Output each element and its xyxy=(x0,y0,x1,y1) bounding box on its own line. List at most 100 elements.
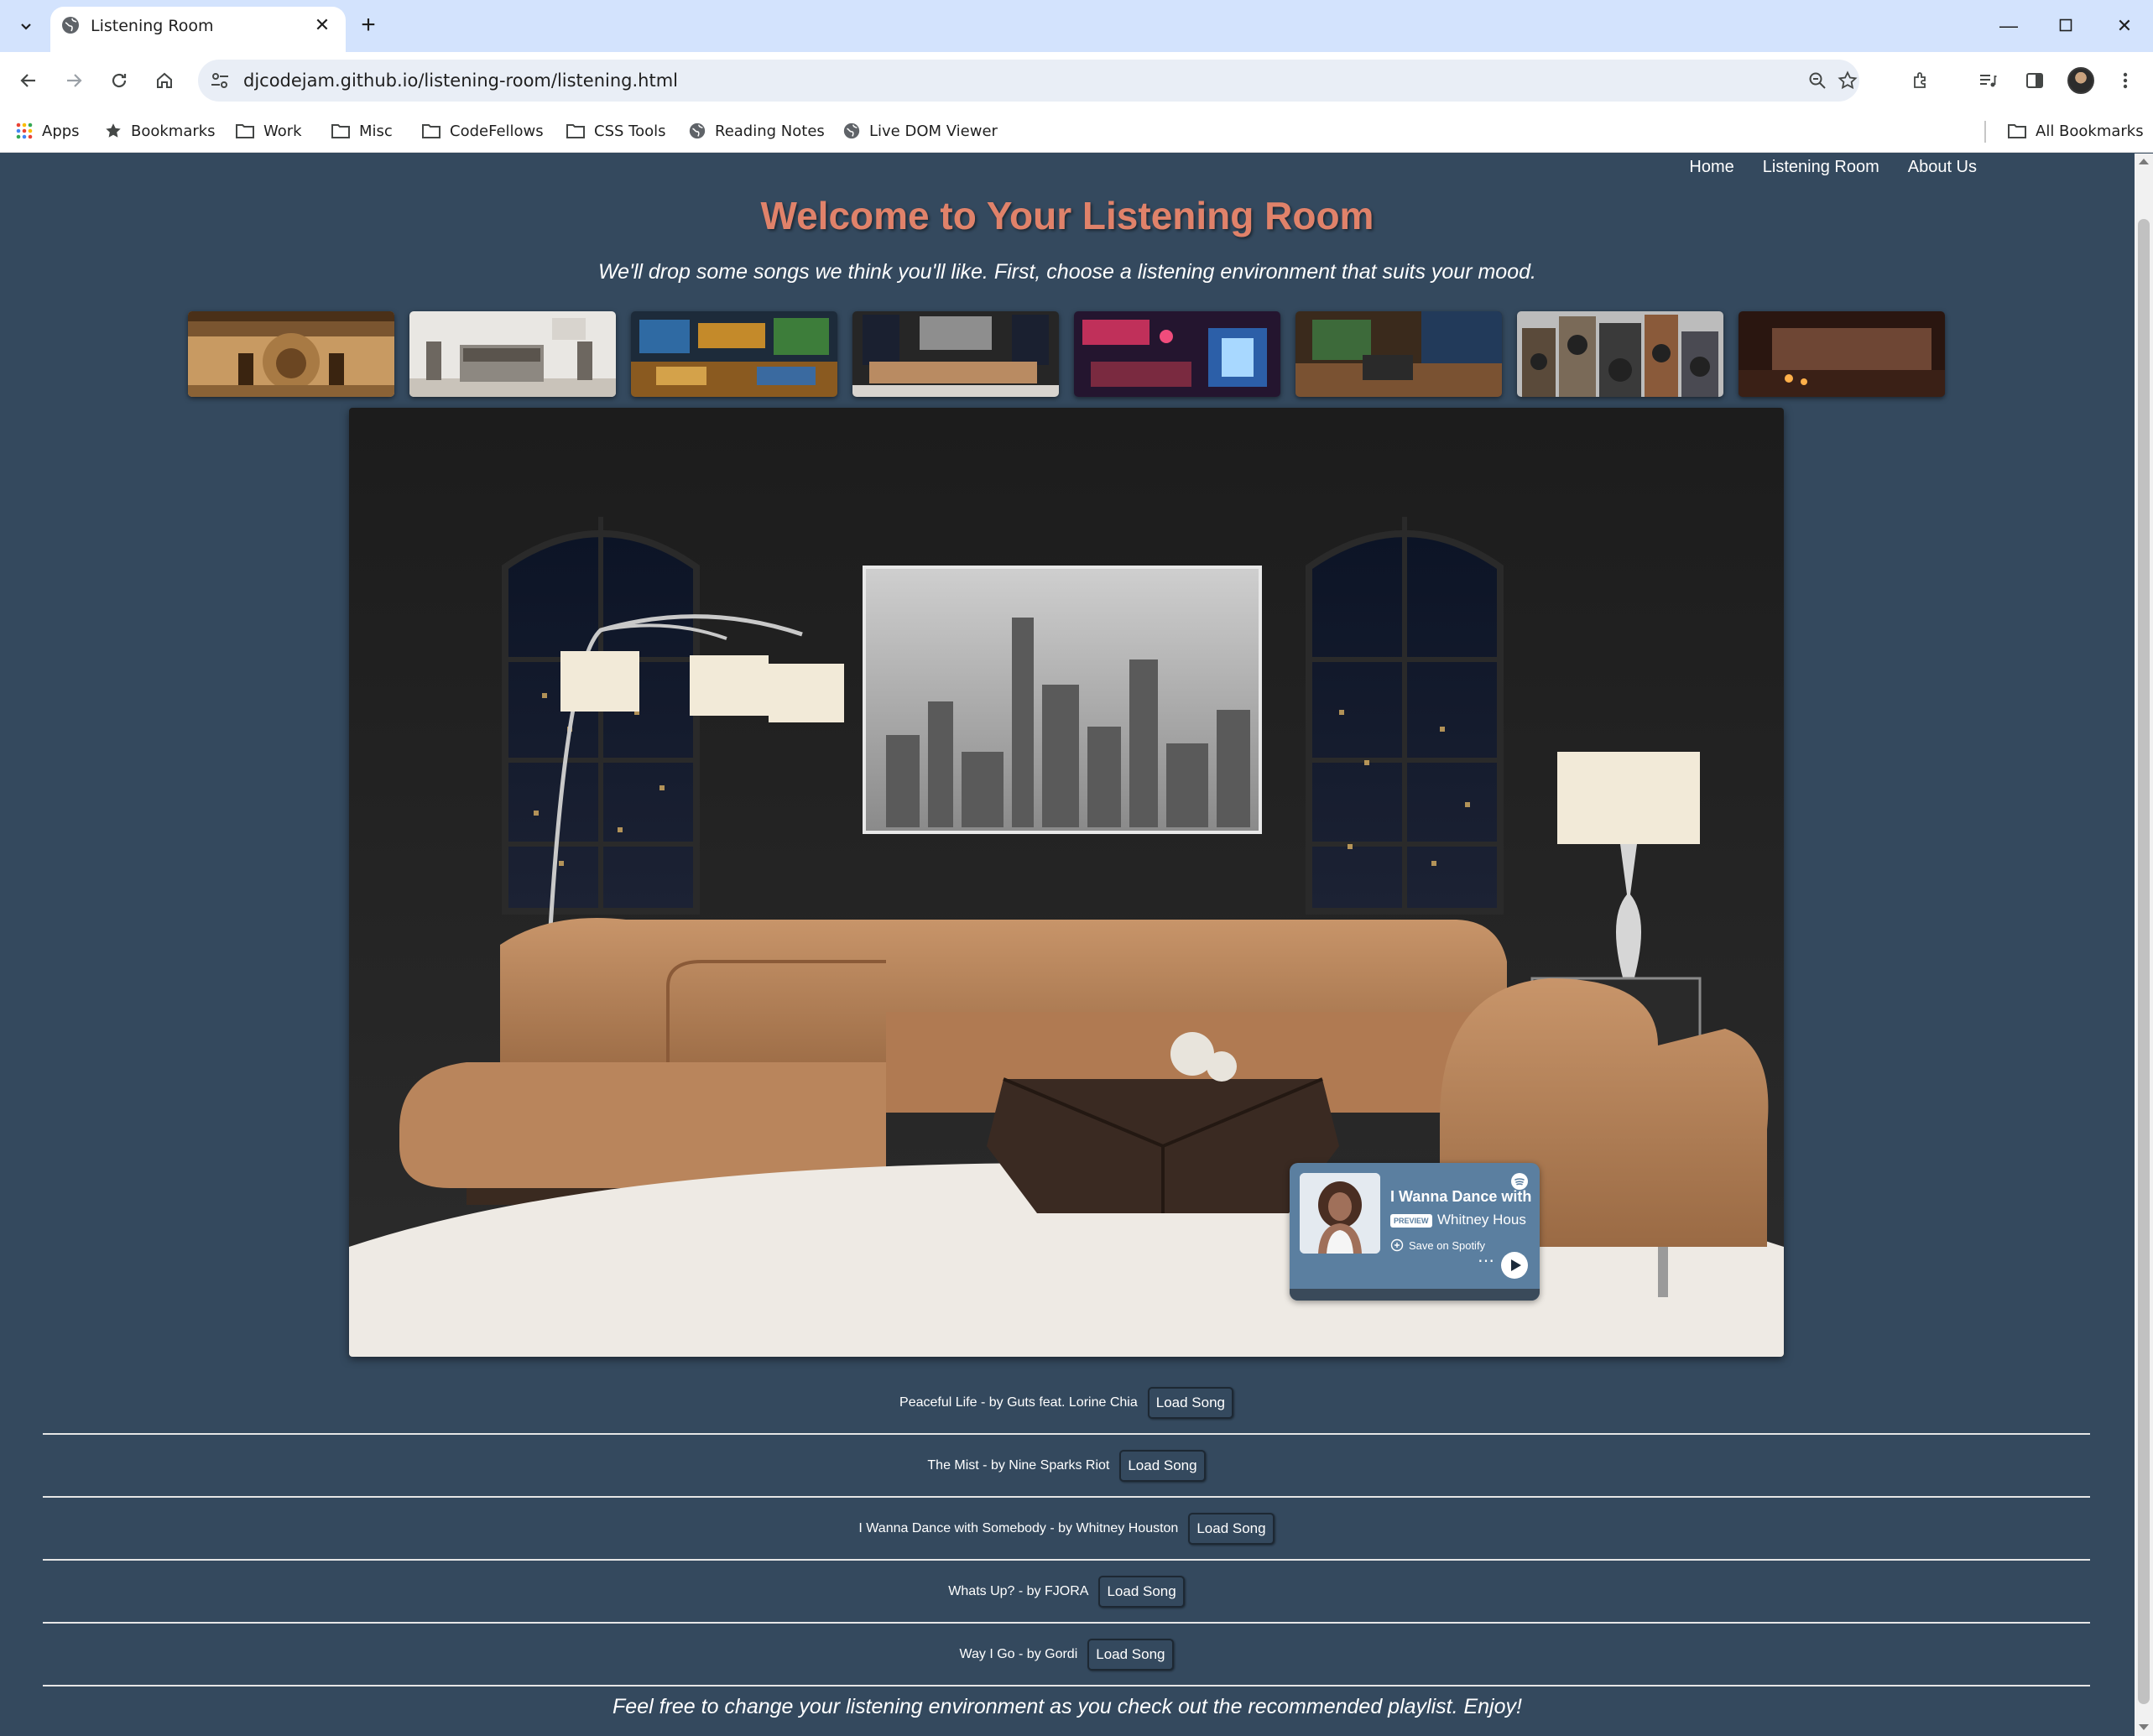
folder-icon xyxy=(422,124,441,138)
close-tab-icon[interactable]: ✕ xyxy=(310,13,334,37)
album-cover-image xyxy=(1300,1173,1380,1254)
reload-icon xyxy=(112,73,127,88)
bookmark-apps[interactable]: Apps xyxy=(15,117,80,144)
environment-thumb-1[interactable] xyxy=(188,311,394,397)
profile-avatar[interactable] xyxy=(2067,67,2094,94)
environment-thumb-3[interactable] xyxy=(631,311,837,397)
more-options-icon[interactable]: ⋯ xyxy=(1478,1250,1495,1271)
zoom-icon[interactable] xyxy=(1806,69,1829,92)
load-song-button[interactable]: Load Song xyxy=(1087,1638,1174,1671)
nav-home-link[interactable]: Home xyxy=(1689,154,1733,180)
spotify-embed-player[interactable]: I Wanna Dance with PREVIEW Whitney Hous … xyxy=(1290,1163,1540,1301)
living-room-image xyxy=(349,408,1784,1357)
song-label: I Wanna Dance with Somebody - by Whitney… xyxy=(858,1520,1179,1535)
address-bar[interactable]: djcodejam.github.io/listening-room/liste… xyxy=(198,60,1859,102)
minimize-icon[interactable]: — xyxy=(1994,12,2024,40)
environment-thumbnails xyxy=(188,311,1946,397)
back-button[interactable] xyxy=(10,62,47,99)
maximize-icon[interactable] xyxy=(2051,12,2081,40)
nav-listening-room-link[interactable]: Listening Room xyxy=(1763,154,1879,180)
url-text: djcodejam.github.io/listening-room/liste… xyxy=(243,70,679,91)
bookmark-reading-notes[interactable]: Reading Notes xyxy=(688,117,825,144)
globe-icon xyxy=(689,123,706,139)
close-window-icon[interactable]: ✕ xyxy=(2109,12,2140,40)
bookmark-folder-css-tools[interactable]: CSS Tools xyxy=(566,117,665,144)
folder-icon xyxy=(2008,124,2026,138)
play-button[interactable] xyxy=(1501,1252,1528,1279)
tab-search-button[interactable] xyxy=(12,12,40,40)
bookmark-folder-misc[interactable]: Misc xyxy=(331,117,393,144)
bookmark-label: CodeFellows xyxy=(450,122,544,140)
reload-button[interactable] xyxy=(101,62,138,99)
load-song-button[interactable]: Load Song xyxy=(1188,1512,1275,1545)
bookmark-folder-codefellows[interactable]: CodeFellows xyxy=(421,117,544,144)
globe-icon xyxy=(843,123,860,139)
environment-thumb-8[interactable] xyxy=(1739,311,1945,397)
load-song-button[interactable]: Load Song xyxy=(1119,1449,1206,1482)
browser-tab-strip: Listening Room ✕ + — ✕ xyxy=(0,0,2153,52)
bookmark-label: Apps xyxy=(42,122,80,140)
song-label: Way I Go - by Gordi xyxy=(959,1646,1078,1661)
arrow-left-icon xyxy=(20,74,35,87)
scroll-down-arrow-icon[interactable] xyxy=(2139,1724,2149,1730)
star-icon xyxy=(106,123,121,138)
bookmark-label: CSS Tools xyxy=(594,122,666,140)
page-body: Home Listening Room About Us Welcome to … xyxy=(0,154,2135,1736)
forward-button[interactable] xyxy=(55,62,92,99)
browser-toolbar: djcodejam.github.io/listening-room/liste… xyxy=(0,52,2153,109)
media-controls-icon[interactable] xyxy=(1972,65,2004,96)
side-panel-icon[interactable] xyxy=(2019,65,2051,96)
song-row: Way I Go - by Gordi Load Song xyxy=(43,1624,2090,1686)
load-song-button[interactable]: Load Song xyxy=(1098,1575,1185,1608)
menu-kebab-icon[interactable] xyxy=(2109,65,2141,96)
song-row: I Wanna Dance with Somebody - by Whitney… xyxy=(43,1498,2090,1561)
scroll-up-arrow-icon[interactable] xyxy=(2139,159,2149,164)
song-row: The Mist - by Nine Sparks Riot Load Song xyxy=(43,1435,2090,1498)
save-label: Save on Spotify xyxy=(1409,1238,1486,1252)
embed-footer-bar xyxy=(1290,1289,1540,1301)
folder-icon xyxy=(236,124,254,138)
apps-grid-icon xyxy=(16,123,33,139)
site-nav: Home Listening Room About Us xyxy=(1689,154,1977,180)
environment-thumb-2[interactable] xyxy=(409,311,616,397)
bookmark-label: Misc xyxy=(359,122,393,140)
footer-message: Feel free to change your listening envir… xyxy=(613,1695,1522,1718)
bookmarks-divider xyxy=(1984,121,1986,143)
plus-circle-icon xyxy=(1390,1238,1404,1252)
nav-about-us-link[interactable]: About Us xyxy=(1908,154,1977,180)
site-info-icon[interactable] xyxy=(208,69,232,92)
song-row: Peaceful Life - by Guts feat. Lorine Chi… xyxy=(43,1372,2090,1435)
folder-icon xyxy=(566,124,585,138)
new-tab-button[interactable]: + xyxy=(354,12,383,40)
spotify-logo-icon xyxy=(1511,1173,1528,1190)
track-artist: Whitney Hous xyxy=(1437,1212,1526,1228)
bookmark-label: Reading Notes xyxy=(715,122,825,140)
bookmark-folder-work[interactable]: Work xyxy=(235,117,302,144)
all-bookmarks-button[interactable]: All Bookmarks xyxy=(2007,117,2144,144)
song-label: Peaceful Life - by Guts feat. Lorine Chi… xyxy=(899,1395,1138,1410)
home-button[interactable] xyxy=(146,62,183,99)
environment-thumb-5[interactable] xyxy=(1074,311,1280,397)
bookmark-star-icon[interactable] xyxy=(1836,69,1859,92)
page-title: Welcome to Your Listening Room xyxy=(760,194,1374,237)
globe-icon xyxy=(62,17,79,34)
save-on-spotify-button[interactable]: Save on Spotify xyxy=(1390,1238,1485,1252)
scrollbar-thumb[interactable] xyxy=(2138,219,2150,1704)
environment-scene: I Wanna Dance with PREVIEW Whitney Hous … xyxy=(349,408,1784,1357)
song-label: Whats Up? - by FJORA xyxy=(948,1583,1089,1598)
extensions-icon[interactable] xyxy=(1905,65,1937,96)
bookmark-label: Bookmarks xyxy=(131,122,216,140)
bookmark-bookmarks[interactable]: Bookmarks xyxy=(104,117,216,144)
preview-badge: PREVIEW xyxy=(1390,1214,1432,1228)
environment-thumb-7[interactable] xyxy=(1517,311,1723,397)
environment-thumb-6[interactable] xyxy=(1295,311,1502,397)
bookmark-live-dom-viewer[interactable]: Live DOM Viewer xyxy=(842,117,998,144)
bookmark-label: Live DOM Viewer xyxy=(869,122,998,140)
song-label: The Mist - by Nine Sparks Riot xyxy=(927,1457,1110,1473)
environment-thumb-4[interactable] xyxy=(852,311,1059,397)
page-subtitle: We'll drop some songs we think you'll li… xyxy=(598,260,1536,284)
tab-title: Listening Room xyxy=(91,17,214,35)
play-icon xyxy=(1511,1259,1521,1271)
load-song-button[interactable]: Load Song xyxy=(1147,1386,1233,1419)
page-scrollbar[interactable] xyxy=(2135,154,2153,1736)
